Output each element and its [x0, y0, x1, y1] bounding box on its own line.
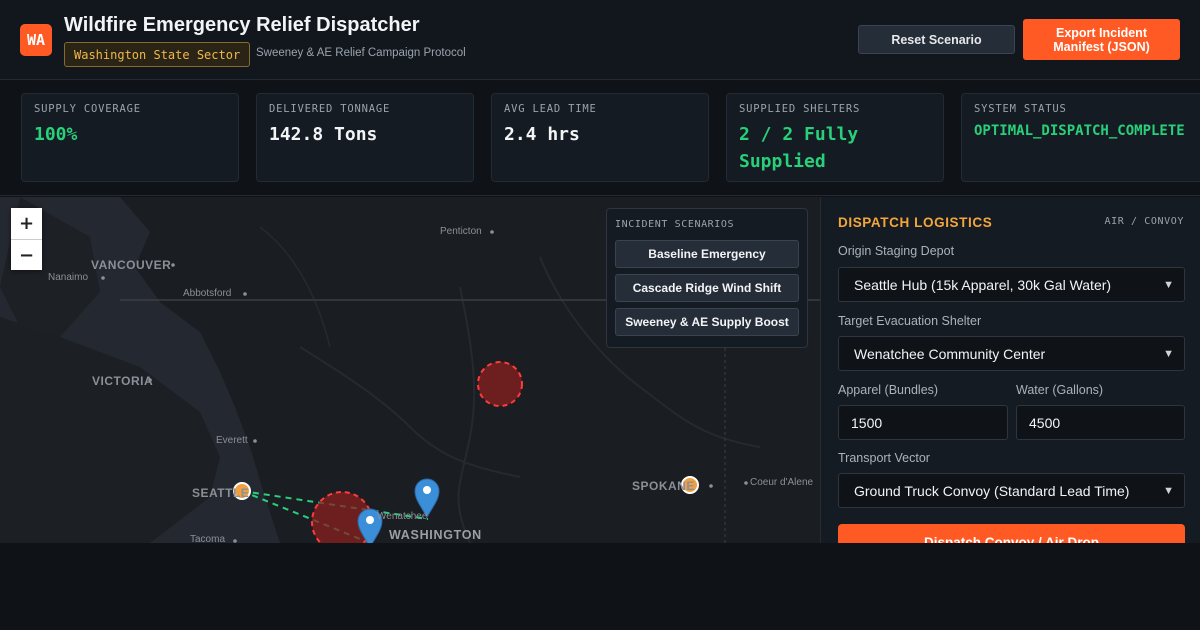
map-label-seattle: SEATTLE [192, 486, 250, 500]
kpi-label: SYSTEM STATUS [974, 103, 1067, 115]
incident-map[interactable]: Penticton VANCOUVER Nanaimo Abbotsford V… [0, 197, 820, 543]
kpi-value: 142.8 Tons [269, 124, 378, 145]
zoom-out-button[interactable]: − [11, 239, 42, 270]
fire-zone [477, 361, 523, 407]
dispatch-convoy-button[interactable]: Dispatch Convoy / Air Drop [838, 524, 1185, 543]
water-label: Water (Gallons) [1016, 383, 1104, 397]
kpi-label: SUPPLY COVERAGE [34, 103, 141, 115]
map-label-vancouver: VANCOUVER [91, 258, 172, 272]
scenarios-title: INCIDENT SCENARIOS [615, 219, 735, 230]
target-shelter-select[interactable]: Wenatchee Community Center ▼ [838, 336, 1185, 371]
kpi-label: DELIVERED TONNAGE [269, 103, 391, 115]
kpi-avg-lead-time: AVG LEAD TIME 2.4 hrs [491, 93, 709, 182]
kpi-value: 2.4 hrs [504, 124, 580, 145]
app-title: Wildfire Emergency Relief Dispatcher [64, 14, 420, 36]
zoom-control: + − [11, 208, 42, 270]
scenario-baseline-button[interactable]: Baseline Emergency [615, 240, 799, 268]
map-label-penticton: Penticton [440, 226, 482, 237]
chevron-down-icon: ▼ [1163, 347, 1174, 360]
apparel-input[interactable] [838, 405, 1008, 440]
protocol-subtitle: Sweeney & AE Relief Campaign Protocol [256, 47, 466, 59]
kpi-system-status: SYSTEM STATUS OPTIMAL_DISPATCH_COMPLETE [961, 93, 1200, 182]
transport-vector-label: Transport Vector [838, 451, 930, 465]
kpi-supply-coverage: SUPPLY COVERAGE 100% [21, 93, 239, 182]
scenario-supply-boost-button[interactable]: Sweeney & AE Supply Boost [615, 308, 799, 336]
map-label-wenatchee: Wenatchee [377, 511, 428, 522]
chevron-down-icon: ▼ [1163, 484, 1174, 497]
export-manifest-button[interactable]: Export Incident Manifest (JSON) [1023, 19, 1180, 60]
kpi-value: OPTIMAL_DISPATCH_COMPLETE [974, 123, 1185, 139]
sector-badge: Washington State Sector [64, 42, 251, 67]
map-label-victoria: VICTORIA [92, 374, 154, 388]
water-input[interactable] [1016, 405, 1185, 440]
target-shelter-label: Target Evacuation Shelter [838, 314, 982, 328]
origin-depot-value: Seattle Hub (15k Apparel, 30k Gal Water) [854, 276, 1112, 293]
reset-scenario-button[interactable]: Reset Scenario [858, 25, 1015, 54]
map-label-washington: WASHINGTON [389, 528, 482, 542]
map-label-abbotsford: Abbotsford [183, 288, 232, 299]
app-header: WA Wildfire Emergency Relief Dispatcher … [0, 0, 1200, 80]
target-shelter-value: Wenatchee Community Center [854, 345, 1046, 362]
map-label-coeur-dalene: Coeur d'Alene [750, 477, 814, 488]
zoom-in-button[interactable]: + [11, 208, 42, 239]
kpi-label: AVG LEAD TIME [504, 103, 597, 115]
chevron-down-icon: ▼ [1163, 278, 1174, 291]
kpi-value: 100% [34, 124, 78, 145]
transport-vector-value: Ground Truck Convoy (Standard Lead Time) [854, 482, 1130, 499]
incident-scenarios-panel: INCIDENT SCENARIOS Baseline Emergency Ca… [606, 208, 808, 348]
kpi-delivered-tonnage: DELIVERED TONNAGE 142.8 Tons [256, 93, 474, 182]
transport-mode-tag: AIR / CONVOY [1104, 216, 1184, 227]
kpi-value: 2 / 2 Fully Supplied [739, 124, 859, 172]
scenario-wind-shift-button[interactable]: Cascade Ridge Wind Shift [615, 274, 799, 302]
map-label-spokane: SPOKANE [632, 479, 695, 493]
panel-title: DISPATCH LOGISTICS [838, 215, 993, 230]
kpi-supplied-shelters: SUPPLIED SHELTERS 2 / 2 Fully Supplied [726, 93, 944, 182]
map-label-everett: Everett [216, 435, 248, 446]
map-label-nanaimo: Nanaimo [48, 272, 89, 283]
origin-depot-label: Origin Staging Depot [838, 244, 955, 258]
kpi-strip: SUPPLY COVERAGE 100% DELIVERED TONNAGE 1… [0, 80, 1200, 196]
apparel-label: Apparel (Bundles) [838, 383, 939, 397]
origin-depot-select[interactable]: Seattle Hub (15k Apparel, 30k Gal Water)… [838, 267, 1185, 302]
dispatch-logistics-panel: DISPATCH LOGISTICS AIR / CONVOY Origin S… [820, 197, 1200, 543]
transport-vector-select[interactable]: Ground Truck Convoy (Standard Lead Time)… [838, 473, 1185, 508]
kpi-label: SUPPLIED SHELTERS [739, 103, 861, 115]
map-label-tacoma: Tacoma [190, 534, 226, 543]
app-logo: WA [20, 24, 52, 56]
